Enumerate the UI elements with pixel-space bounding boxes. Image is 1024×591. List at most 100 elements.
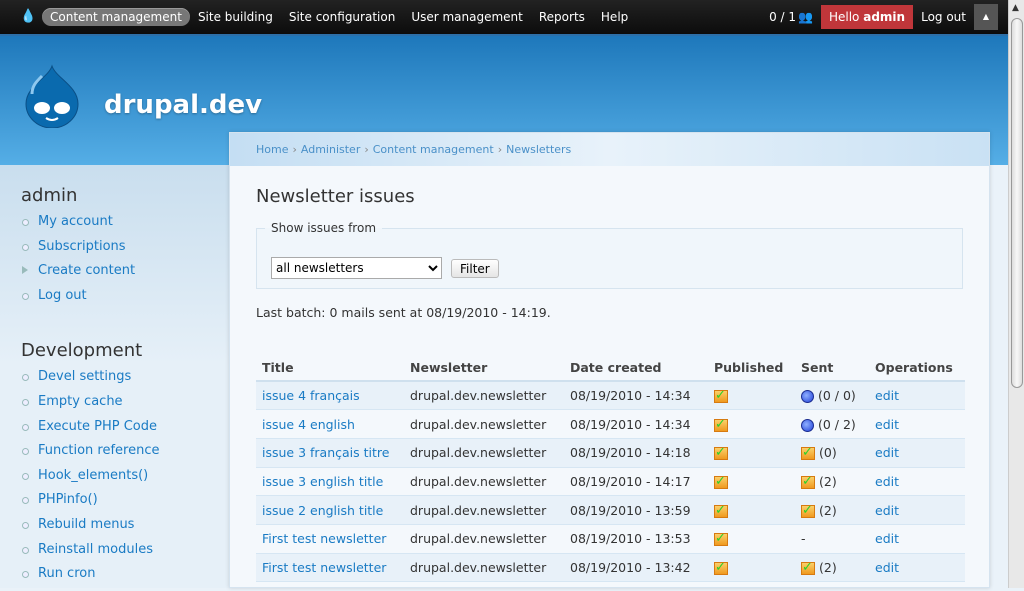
collapse-button[interactable]: ▲ — [974, 4, 998, 30]
cell-published: ✓ — [708, 553, 795, 583]
table-row: issue 4 english drupal.dev.newsletter 08… — [256, 409, 965, 439]
breadcrumb: Home › Administer › Content management › Newsl… — [230, 133, 989, 166]
cell-sent: (0 / 0) — [795, 381, 869, 411]
published-check-icon: ✓ — [714, 561, 728, 575]
sent-check-icon: ✓ — [801, 504, 815, 518]
cell-newsletter: drupal.dev.newsletter — [404, 381, 564, 411]
col-published[interactable]: Published — [708, 354, 795, 382]
breadcrumb-content-management[interactable]: Content management — [373, 143, 494, 156]
edit-link[interactable]: edit — [875, 388, 899, 403]
link-label[interactable]: Log out — [38, 288, 87, 303]
col-date-created[interactable]: Date created — [564, 354, 708, 382]
sidebar-item-phpinfo[interactable]: PHPinfo() — [0, 492, 229, 517]
newsletter-select[interactable]: all newsletters — [271, 257, 442, 279]
drupal-icon[interactable]: 💧 — [20, 9, 36, 25]
edit-link[interactable]: edit — [875, 503, 899, 518]
logout-link[interactable]: Log out — [921, 10, 966, 24]
drupal-logo[interactable] — [22, 64, 82, 128]
sent-count: (0 / 2) — [817, 416, 856, 432]
issue-link[interactable]: First test newsletter — [262, 560, 386, 575]
scrollbar-thumb[interactable] — [1011, 18, 1023, 388]
sidebar-item-function-reference[interactable]: Function reference — [0, 443, 229, 468]
cell-newsletter: drupal.dev.newsletter — [404, 524, 564, 554]
published-check-icon: ✓ — [714, 504, 728, 518]
hello-label: Hello — [828, 10, 860, 24]
nav-user-management[interactable]: User management — [403, 8, 531, 26]
table-row: issue 3 français titre drupal.dev.newsle… — [256, 438, 965, 468]
nav-site-building[interactable]: Site building — [190, 8, 281, 26]
edit-link[interactable]: edit — [875, 560, 899, 575]
edit-link[interactable]: edit — [875, 531, 899, 546]
link-label[interactable]: Run cron — [38, 566, 95, 581]
link-label[interactable]: Devel settings — [38, 369, 131, 384]
cell-newsletter: drupal.dev.newsletter — [404, 495, 564, 525]
last-batch-status: Last batch: 0 mails sent at 08/19/2010 -… — [256, 305, 551, 320]
main-content: Home › Administer › Content management › Newsl… — [229, 132, 990, 588]
scroll-up-icon[interactable]: ▲ — [1012, 3, 1019, 13]
issue-link[interactable]: First test newsletter — [262, 531, 386, 546]
cell-date: 08/19/2010 - 13:42 — [564, 553, 708, 583]
pending-clock-icon — [801, 390, 814, 404]
sidebar-item-execute-php[interactable]: Execute PHP Code — [0, 419, 229, 444]
cell-published: ✓ — [708, 438, 795, 468]
link-label[interactable]: My account — [38, 214, 113, 229]
sidebar-item-reinstall-modules[interactable]: Reinstall modules — [0, 542, 229, 567]
sidebar-item-empty-cache[interactable]: Empty cache — [0, 394, 229, 419]
user-block-title: admin — [21, 185, 78, 206]
site-name[interactable]: drupal.dev — [104, 90, 262, 120]
cell-operations: edit — [869, 553, 965, 583]
edit-link[interactable]: edit — [875, 474, 899, 489]
username: admin — [863, 10, 906, 24]
fieldset-legend: Show issues from — [271, 221, 377, 235]
breadcrumb-administer[interactable]: Administer — [301, 143, 360, 156]
issue-link[interactable]: issue 4 english — [262, 417, 355, 432]
sidebar-item-devel-settings[interactable]: Devel settings — [0, 369, 229, 394]
issue-link[interactable]: issue 2 english title — [262, 503, 383, 518]
link-label[interactable]: Rebuild menus — [38, 517, 134, 532]
sidebar-item-create-content[interactable]: Create content — [0, 263, 229, 288]
nav-reports[interactable]: Reports — [531, 8, 593, 26]
col-title[interactable]: Title — [256, 354, 404, 382]
sidebar-item-log-out[interactable]: Log out — [0, 288, 229, 313]
col-sent[interactable]: Sent — [795, 354, 869, 382]
link-label[interactable]: PHPinfo() — [38, 492, 98, 507]
user-menu: My account Subscriptions Create content … — [0, 214, 229, 312]
col-newsletter[interactable]: Newsletter — [404, 354, 564, 382]
cell-sent: - — [795, 524, 869, 554]
sidebar-item-rebuild-menus[interactable]: Rebuild menus — [0, 517, 229, 542]
edit-link[interactable]: edit — [875, 445, 899, 460]
users-count: 0 / 1 — [769, 10, 797, 24]
edit-link[interactable]: edit — [875, 417, 899, 432]
filter-button[interactable]: Filter — [451, 259, 499, 278]
published-check-icon: ✓ — [714, 475, 728, 489]
issue-link[interactable]: issue 3 english title — [262, 474, 383, 489]
cell-sent: (0 / 2) — [795, 409, 869, 439]
nav-site-configuration[interactable]: Site configuration — [281, 8, 403, 26]
link-label[interactable]: Empty cache — [38, 394, 123, 409]
cell-title: issue 4 english — [256, 409, 404, 439]
link-label[interactable]: Create content — [38, 263, 135, 278]
link-label[interactable]: Hook_elements() — [38, 468, 148, 483]
scrollbar[interactable]: ▲ — [1008, 0, 1024, 588]
issue-link[interactable]: issue 4 français — [262, 388, 360, 403]
nav-content-management[interactable]: Content management — [42, 8, 190, 26]
link-label[interactable]: Execute PHP Code — [38, 419, 157, 434]
hello-user[interactable]: Hello admin — [820, 5, 914, 29]
published-check-icon: ✓ — [714, 446, 728, 461]
nav-help[interactable]: Help — [593, 8, 636, 26]
link-label[interactable]: Reinstall modules — [38, 542, 153, 557]
development-block-title: Development — [21, 340, 143, 362]
breadcrumb-home[interactable]: Home — [256, 143, 288, 156]
sidebar-item-run-cron[interactable]: Run cron — [0, 566, 229, 591]
sidebar-item-my-account[interactable]: My account — [0, 214, 229, 239]
breadcrumb-newsletters[interactable]: Newsletters — [506, 143, 571, 156]
cell-title: issue 3 english title — [256, 467, 404, 497]
sidebar-item-subscriptions[interactable]: Subscriptions — [0, 239, 229, 264]
issue-link[interactable]: issue 3 français titre — [262, 445, 389, 460]
link-label[interactable]: Subscriptions — [38, 239, 126, 254]
cell-newsletter: drupal.dev.newsletter — [404, 553, 564, 583]
link-label[interactable]: Function reference — [38, 443, 160, 458]
cell-operations: edit — [869, 438, 965, 468]
users-icon: 👥 — [798, 10, 813, 24]
sidebar-item-hook-elements[interactable]: Hook_elements() — [0, 468, 229, 493]
